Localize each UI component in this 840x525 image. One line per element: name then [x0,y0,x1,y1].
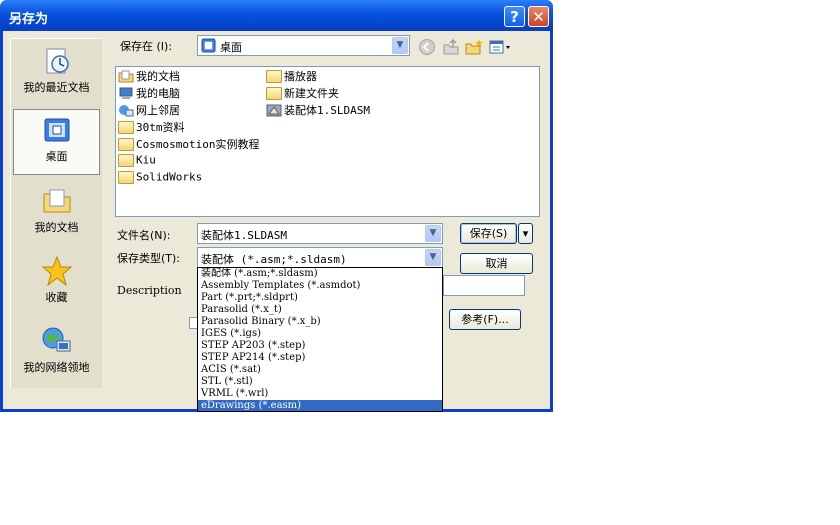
place-desktop[interactable]: 桌面 [13,109,100,175]
savetype-option[interactable]: STEP AP203 (*.step) [198,340,442,352]
save-button[interactable]: 保存(S) [460,223,517,244]
place-label: 我的最近文档 [23,81,90,94]
dialog-title: 另存为 [9,12,49,27]
place-label: 桌面 [45,150,68,163]
file-name: 30tm资料 [136,121,185,134]
file-item-folder[interactable]: 新建文件夹 [266,85,339,101]
place-recent[interactable]: 我的最近文档 [13,41,100,107]
file-item-folder[interactable]: Kiu [118,153,156,169]
file-name: 网上邻居 [136,104,180,117]
file-item-assembly[interactable]: 装配体1.SLDASM [266,102,370,118]
folder-icon [118,137,134,151]
file-name: 我的电脑 [136,87,180,100]
save-in-value: 桌面 [220,41,242,54]
savetype-option[interactable]: STEP AP214 (*.step) [198,352,442,364]
place-label: 我的网络领地 [23,361,90,374]
chevron-down-icon[interactable]: ▼ [425,249,441,266]
savetype-option[interactable]: Parasolid (*.x_t) [198,304,442,316]
file-name: 装配体1.SLDASM [284,104,370,117]
my-documents-icon [118,70,134,82]
file-item-my-documents[interactable]: 我的文档 [118,68,180,84]
filename-input[interactable]: 装配体1.SLDASM ▼ [197,223,443,244]
save-in-dropdown[interactable]: 桌面 ▼ [197,35,410,56]
folder-icon [118,170,134,184]
file-item-folder[interactable]: 播放器 [266,68,317,84]
savetype-option[interactable]: ACIS (*.sat) [198,364,442,376]
file-name: 我的文档 [136,70,180,83]
savetype-option[interactable]: STL (*.stl) [198,376,442,388]
savetype-dropdown[interactable]: 装配体 (*.asm;*.sldasm) ▼ [197,247,443,268]
savetype-option[interactable]: Assembly Templates (*.asmdot) [198,280,442,292]
file-item-my-computer[interactable]: 我的电脑 [118,85,180,101]
my-computer-icon [119,87,133,99]
file-item-network[interactable]: 网上邻居 [118,102,180,118]
place-favorites[interactable]: 收藏 [13,251,100,317]
file-name: SolidWorks [136,170,203,184]
new-folder-icon[interactable] [465,38,483,56]
file-name: 新建文件夹 [284,87,339,100]
file-item-folder[interactable]: SolidWorks [118,170,202,186]
place-network[interactable]: 我的网络领地 [13,321,100,387]
folder-icon [118,153,134,167]
chevron-down-icon[interactable]: ▼ [425,225,441,242]
savetype-label: 保存类型(T): [117,252,181,265]
title-bar[interactable]: 另存为 ? ✕ [0,0,553,31]
savetype-option-highlighted[interactable]: eDrawings (*.easm) [198,400,442,411]
file-name: Cosmosmotion实例教程 [136,138,260,151]
savetype-options-list[interactable]: 装配体 (*.asm;*.sldasm) Assembly Templates … [197,267,443,412]
savetype-option[interactable]: IGES (*.igs) [198,328,442,340]
file-name: Kiu [136,153,156,167]
close-button[interactable]: ✕ [528,6,549,27]
my-documents-icon [43,189,70,213]
view-menu-icon[interactable] [489,38,513,56]
description-field[interactable] [443,275,525,296]
cancel-button[interactable]: 取消 [460,253,533,274]
folder-icon [266,86,282,100]
place-label: 我的文档 [34,221,79,234]
recent-documents-icon [46,48,69,74]
desktop-icon [44,118,69,142]
file-name: 播放器 [284,70,317,83]
places-bar: 我的最近文档 桌面 我的文档 收藏 我的网络领地 [10,38,102,388]
savetype-value: 装配体 (*.asm;*.sldasm) [201,253,347,266]
folder-icon [118,120,134,134]
browse-button[interactable]: 参考(F)... [449,309,521,330]
filename-label: 文件名(N): [117,229,171,242]
chevron-down-icon[interactable]: ▼ [392,37,408,54]
savetype-option[interactable]: VRML (*.wrl) [198,388,442,400]
filename-value: 装配体1.SLDASM [201,229,287,242]
folder-icon [266,69,282,83]
place-my-documents[interactable]: 我的文档 [13,181,100,247]
file-item-folder[interactable]: Cosmosmotion实例教程 [118,136,259,152]
description-label: Description [117,284,182,297]
network-icon [119,104,134,116]
back-icon[interactable] [418,38,436,56]
savetype-option[interactable]: 装配体 (*.asm;*.sldasm) [198,268,442,280]
assembly-file-icon [266,104,282,116]
savetype-option[interactable]: Parasolid Binary (*.x_b) [198,316,442,328]
save-options-button[interactable]: ▾ [518,223,533,244]
favorites-icon [41,255,72,287]
network-places-icon [42,327,70,352]
file-item-folder[interactable]: 30tm资料 [118,119,185,135]
file-list[interactable]: 我的文档 我的电脑 网上邻居 30tm资料 Cosmosmotion实例教程 K… [115,66,540,217]
help-button[interactable]: ? [504,6,525,27]
savetype-option[interactable]: Part (*.prt;*.sldprt) [198,292,442,304]
up-folder-icon[interactable] [442,38,460,56]
save-in-label: 保存在 (I): [120,40,173,53]
place-label: 收藏 [45,291,68,304]
desktop-icon [201,38,216,53]
